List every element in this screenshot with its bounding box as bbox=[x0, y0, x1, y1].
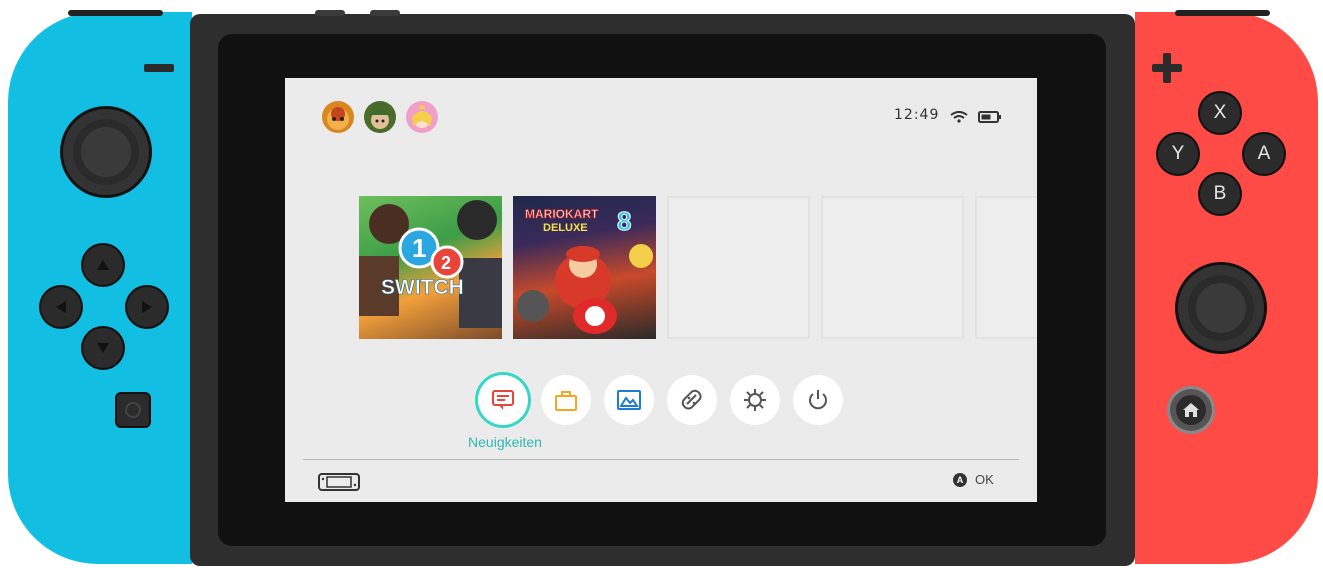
shoulder-button-l[interactable] bbox=[68, 10, 163, 16]
arrow-up-icon bbox=[97, 260, 109, 270]
game-title-line2: 8 bbox=[617, 206, 631, 236]
b-button[interactable]: B bbox=[1200, 174, 1240, 214]
wifi-icon bbox=[950, 111, 968, 123]
empty-slot bbox=[667, 196, 810, 339]
home-icon bbox=[1183, 403, 1199, 417]
link-icon bbox=[370, 109, 390, 129]
game-art-1-2-switch: 1 2 SWITCH bbox=[359, 200, 502, 328]
footer-divider bbox=[303, 459, 1019, 460]
arrow-right-icon bbox=[142, 301, 152, 313]
arrow-down-icon bbox=[97, 343, 109, 353]
news-icon bbox=[492, 390, 514, 410]
game-art-mario-kart-8: MARIOKART 8 DELUXE bbox=[517, 206, 653, 334]
volume-slot bbox=[370, 10, 400, 16]
power-icon bbox=[809, 390, 827, 410]
selected-app-label: Neuigkeiten bbox=[468, 434, 542, 450]
user-avatar-peach[interactable] bbox=[406, 101, 438, 133]
dpad-left-button[interactable] bbox=[41, 287, 81, 327]
user-avatar-bowser[interactable] bbox=[322, 101, 354, 133]
left-stick[interactable] bbox=[63, 109, 149, 195]
minus-button[interactable] bbox=[144, 64, 174, 72]
album-icon bbox=[617, 390, 641, 410]
x-button[interactable]: X bbox=[1200, 93, 1240, 133]
sleep-button[interactable] bbox=[793, 375, 843, 425]
clock: 12:49 bbox=[894, 107, 940, 123]
ok-label: OK bbox=[975, 472, 994, 487]
right-joycon: X Y A B bbox=[1135, 10, 1318, 564]
game-title-line2: 2 bbox=[441, 253, 451, 273]
game-title-line3: DELUXE bbox=[543, 222, 588, 234]
game-tile-1-2-switch[interactable]: 1 2 SWITCH bbox=[359, 196, 502, 339]
joycon-icon bbox=[681, 389, 702, 410]
a-button-hint: A bbox=[953, 473, 967, 487]
news-button[interactable] bbox=[478, 375, 528, 425]
left-joycon bbox=[8, 10, 192, 564]
battery-icon bbox=[978, 111, 1001, 123]
empty-slot bbox=[975, 196, 1037, 339]
arrow-left-icon bbox=[56, 301, 66, 313]
dpad-right-button[interactable] bbox=[127, 287, 167, 327]
dpad-up-button[interactable] bbox=[83, 245, 123, 285]
capture-button[interactable] bbox=[117, 394, 149, 426]
right-stick[interactable] bbox=[1178, 265, 1264, 351]
settings-button[interactable] bbox=[730, 375, 780, 425]
shopping-bag-icon bbox=[555, 391, 577, 411]
user-avatar-link[interactable] bbox=[364, 101, 396, 133]
peach-icon bbox=[412, 104, 432, 128]
a-button[interactable]: A bbox=[1244, 134, 1284, 174]
shoulder-button-r[interactable] bbox=[1175, 10, 1270, 16]
game-tile-mario-kart-8[interactable]: MARIOKART 8 DELUXE bbox=[513, 196, 656, 339]
home-screen: 12:49 1 2 SWITCH MARIOKART 8 DELUXE Neui… bbox=[285, 78, 1037, 502]
home-button[interactable] bbox=[1170, 389, 1212, 431]
console-mode-icon bbox=[318, 473, 360, 491]
controllers-button[interactable] bbox=[667, 375, 717, 425]
empty-slot bbox=[821, 196, 964, 339]
game-title-line1: MARIOKART bbox=[525, 207, 599, 221]
power-slot bbox=[315, 10, 345, 16]
y-button[interactable]: Y bbox=[1158, 134, 1198, 174]
gear-icon bbox=[744, 389, 766, 411]
dpad-down-button[interactable] bbox=[83, 328, 123, 368]
album-button[interactable] bbox=[604, 375, 654, 425]
eshop-button[interactable] bbox=[541, 375, 591, 425]
game-title-line3: SWITCH bbox=[381, 276, 464, 299]
plus-button[interactable] bbox=[1152, 53, 1182, 83]
game-title-line1: 1 bbox=[412, 233, 426, 263]
bowser-icon bbox=[327, 107, 349, 130]
